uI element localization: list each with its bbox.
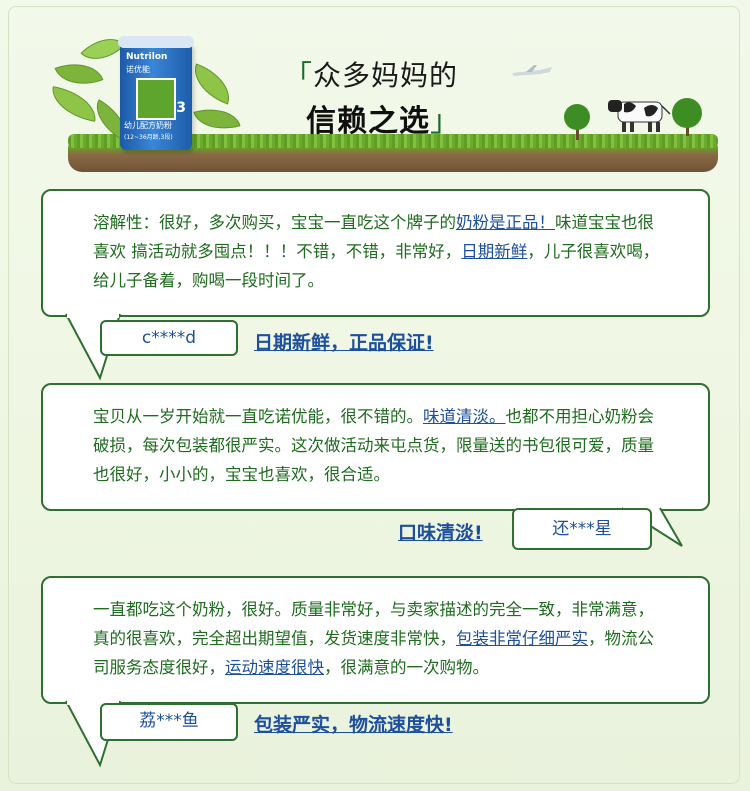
review-bubble-2: 宝贝从一岁开始就一直吃诺优能，很不错的。味道清淡。也都不用担心奶粉会破损，每次包… bbox=[41, 383, 710, 511]
tree-icon bbox=[564, 104, 590, 130]
review-text-1: 溶解性：很好，多次购买，宝宝一直吃这个牌子的奶粉是正品！味道宝宝也很喜欢 搞活动… bbox=[93, 208, 660, 295]
banner: Nutrilon 诺优能 3 幼儿配方奶粉 (12~36月龄,3段) 「众多妈妈… bbox=[40, 26, 720, 180]
review-highlight: 味道清淡。 bbox=[423, 407, 506, 426]
milk-can-icon: Nutrilon 诺优能 3 幼儿配方奶粉 (12~36月龄,3段) bbox=[118, 36, 194, 150]
review-highlight: 包装非常仔细严实 bbox=[456, 629, 588, 648]
review-user-2: 还***星 bbox=[512, 508, 652, 550]
product-label: 幼儿配方奶粉 bbox=[124, 121, 172, 130]
product-age: (12~36月龄,3段) bbox=[124, 134, 173, 141]
review-text-segment: 宝贝从一岁开始就一直吃诺优能，很不错的。 bbox=[93, 407, 423, 426]
review-highlight: 运动速度很快 bbox=[225, 658, 324, 677]
review-text-segment: ，很满意的一次购物。 bbox=[324, 658, 489, 677]
review-bubble-3: 一直都吃这个奶粉，很好。质量非常好，与卖家描述的完全一致，非常满意，真的很喜欢，… bbox=[41, 576, 710, 704]
cow-icon bbox=[608, 100, 671, 132]
review-text-3: 一直都吃这个奶粉，很好。质量非常好，与卖家描述的完全一致，非常满意，真的很喜欢，… bbox=[93, 595, 660, 682]
review-tag-3: 包装严实，物流速度快! bbox=[254, 714, 453, 736]
product-stage: 3 bbox=[176, 100, 186, 116]
review-highlight: 日期新鲜 bbox=[461, 242, 528, 261]
leaf-icon bbox=[47, 86, 101, 122]
review-text-2: 宝贝从一岁开始就一直吃诺优能，很不错的。味道清淡。也都不用担心奶粉会破损，每次包… bbox=[93, 402, 660, 489]
review-tag-1: 日期新鲜，正品保证! bbox=[254, 332, 434, 354]
review-highlight: 奶粉是正品！ bbox=[456, 213, 555, 232]
product-brand: Nutrilon bbox=[126, 52, 168, 62]
banner-title-line2: 信赖之选」 bbox=[306, 104, 461, 139]
product-image bbox=[136, 78, 176, 120]
review-user-3: 荔***鱼 bbox=[100, 703, 238, 741]
leaf-icon bbox=[186, 63, 238, 105]
review-bubble-1: 溶解性：很好，多次购买，宝宝一直吃这个牌子的奶粉是正品！味道宝宝也很喜欢 搞活动… bbox=[41, 189, 710, 317]
review-tag-2: 口味清淡! bbox=[398, 522, 483, 544]
banner-title-line1: 「众多妈妈的 bbox=[284, 59, 459, 92]
review-user-1: c****d bbox=[100, 320, 238, 356]
airplane-icon bbox=[512, 65, 552, 76]
product-brand-cn: 诺优能 bbox=[126, 65, 150, 74]
review-text-segment: 溶解性：很好，多次购买，宝宝一直吃这个牌子的 bbox=[93, 213, 456, 232]
leaf-icon bbox=[193, 101, 241, 137]
